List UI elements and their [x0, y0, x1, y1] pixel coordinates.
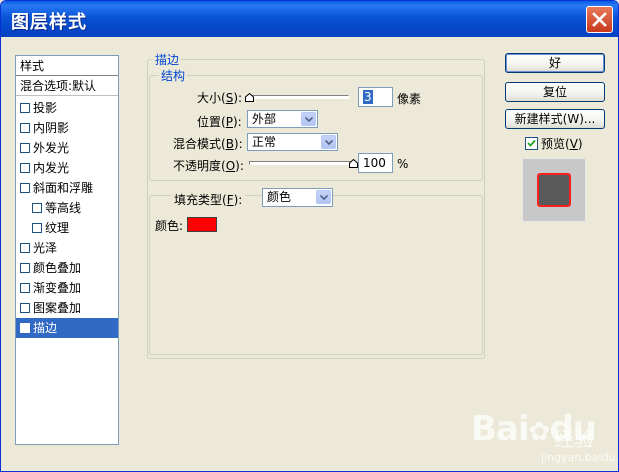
style-item-label: 内阴影 [33, 121, 70, 135]
new-style-button[interactable]: 新建样式(W)... [505, 109, 605, 129]
chevron-down-icon [305, 117, 313, 122]
style-item-label: 投影 [33, 101, 58, 115]
close-icon [592, 12, 607, 27]
fill-type-select[interactable]: 颜色 [262, 188, 333, 207]
fill-type-value: 颜色 [267, 190, 292, 204]
dialog-title: 图层样式 [11, 12, 87, 33]
style-item-label: 描边 [33, 321, 58, 335]
watermark-subtitle: 经验 [554, 427, 594, 451]
size-value: 3 [363, 90, 373, 104]
style-checkbox[interactable] [20, 123, 30, 133]
fill-type-label: 填充类型(F): [171, 191, 246, 208]
style-item-label: 斜面和浮雕 [33, 181, 94, 195]
style-list-item[interactable]: 等高线 [16, 198, 118, 218]
style-list-item[interactable]: 光泽 [16, 238, 118, 258]
style-list-header[interactable]: 样式 [16, 56, 118, 76]
chevron-down-icon [325, 140, 333, 145]
blend-mode-label: 混合模式(B): [173, 137, 243, 151]
style-checkbox[interactable] [20, 243, 30, 253]
size-label: 大小(S): [197, 91, 243, 105]
layer-style-dialog: 图层样式 样式混合选项:默认投影内阴影外发光内发光斜面和浮雕等高线纹理光泽颜色叠… [0, 0, 619, 472]
size-unit: 像素 [397, 92, 422, 106]
preview-toggle[interactable]: 预览(V) [525, 135, 583, 152]
watermark-url: jingyan.baidu.com [541, 451, 619, 464]
style-item-label: 外发光 [33, 141, 70, 155]
stroke-group-title: 描边 [153, 51, 182, 68]
size-slider-thumb[interactable] [245, 93, 254, 102]
fill-type-dropdown-arrow[interactable] [316, 190, 331, 204]
style-checkbox[interactable] [32, 203, 42, 213]
style-list-item[interactable]: 纹理 [16, 218, 118, 238]
style-list-item[interactable]: 内发光 [16, 158, 118, 178]
style-list-item[interactable]: 外发光 [16, 138, 118, 158]
style-item-label: 光泽 [33, 241, 58, 255]
preview-label: 预览(V) [541, 137, 583, 151]
style-item-label: 混合选项:默认 [20, 79, 97, 93]
close-button[interactable] [586, 6, 613, 33]
style-list-sep[interactable]: 混合选项:默认 [16, 76, 118, 96]
opacity-slider-track[interactable] [249, 161, 353, 165]
opacity-value: 100 [363, 156, 386, 170]
style-checkbox[interactable] [20, 143, 30, 153]
title-bar[interactable]: 图层样式 [1, 1, 618, 37]
chevron-down-icon [320, 195, 328, 200]
style-checkbox[interactable] [20, 323, 30, 333]
stroke-color-swatch[interactable] [187, 217, 217, 232]
size-input[interactable]: 3 [358, 87, 393, 107]
style-list-item[interactable]: 内阴影 [16, 118, 118, 138]
style-item-label: 内发光 [33, 161, 70, 175]
position-select[interactable]: 外部 [247, 110, 318, 128]
opacity-input[interactable]: 100 [358, 153, 393, 173]
ok-button[interactable]: 好 [505, 53, 605, 73]
blend-mode-value: 正常 [252, 135, 277, 149]
style-checkbox[interactable] [20, 303, 30, 313]
color-label: 颜色: [155, 219, 184, 233]
position-dropdown-arrow[interactable] [301, 112, 316, 126]
style-item-label: 渐变叠加 [33, 281, 82, 295]
checkmark-icon [527, 139, 536, 147]
position-value: 外部 [252, 112, 277, 126]
style-preview [522, 158, 586, 222]
structure-group-title: 结构 [159, 67, 188, 84]
reset-button[interactable]: 复位 [505, 82, 605, 102]
blend-mode-dropdown-arrow[interactable] [321, 135, 336, 149]
style-item-label: 图案叠加 [33, 301, 82, 315]
style-item-label: 纹理 [45, 221, 70, 235]
style-list-item[interactable]: 渐变叠加 [16, 278, 118, 298]
style-list-item[interactable]: 描边 [16, 318, 118, 338]
opacity-unit: % [397, 157, 409, 171]
style-list-item[interactable]: 颜色叠加 [16, 258, 118, 278]
preview-checkbox[interactable] [525, 137, 538, 150]
style-checkbox[interactable] [20, 283, 30, 293]
style-checkbox[interactable] [20, 263, 30, 273]
style-item-label: 等高线 [45, 201, 82, 215]
opacity-label: 不透明度(O): [173, 159, 244, 173]
style-preview-swatch [537, 173, 571, 207]
style-list-item[interactable]: 斜面和浮雕 [16, 178, 118, 198]
style-item-label: 颜色叠加 [33, 261, 82, 275]
checkmark-icon [22, 325, 29, 332]
style-checkbox[interactable] [20, 163, 30, 173]
style-list: 样式混合选项:默认投影内阴影外发光内发光斜面和浮雕等高线纹理光泽颜色叠加渐变叠加… [15, 55, 119, 445]
size-slider-track[interactable] [249, 95, 349, 99]
style-checkbox[interactable] [20, 103, 30, 113]
style-list-item[interactable]: 图案叠加 [16, 298, 118, 318]
style-checkbox[interactable] [20, 183, 30, 193]
style-checkbox[interactable] [32, 223, 42, 233]
style-list-item[interactable]: 投影 [16, 98, 118, 118]
dialog-client: 样式混合选项:默认投影内阴影外发光内发光斜面和浮雕等高线纹理光泽颜色叠加渐变叠加… [1, 37, 618, 471]
opacity-slider-thumb[interactable] [349, 159, 358, 168]
blend-mode-select[interactable]: 正常 [247, 133, 338, 151]
style-item-label: 样式 [20, 59, 45, 73]
position-label: 位置(P): [197, 115, 242, 129]
